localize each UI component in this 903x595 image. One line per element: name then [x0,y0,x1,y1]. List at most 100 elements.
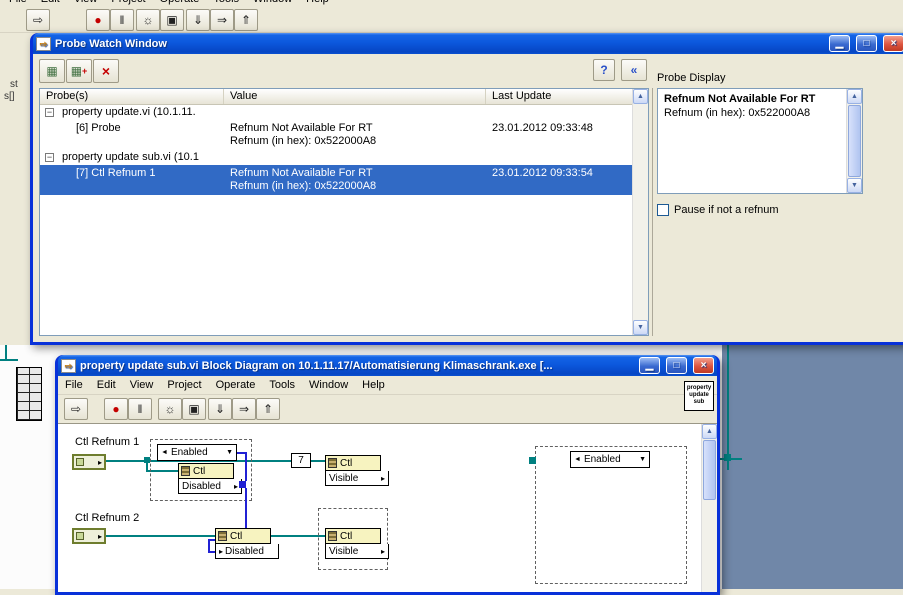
step-over-button[interactable]: ⇒ [232,398,256,420]
refnum-wire[interactable] [106,535,215,537]
help-button[interactable]: ? [593,59,615,81]
menu-help[interactable]: Help [299,0,336,7]
property-item-label: Disabled [225,545,264,557]
property-node-header[interactable]: Ctl [325,455,381,471]
probe-display-scrollbar[interactable]: ▲ ▼ [846,89,862,193]
enum-dropdown-icon[interactable]: ▼ [226,449,233,456]
menu-project[interactable]: Project [160,377,208,393]
collapse-pane-button[interactable]: « [621,59,647,81]
menu-tools[interactable]: Tools [262,377,302,393]
step-into-button[interactable]: ⇓ [186,9,210,31]
enum-constant[interactable]: ◄ Enabled ▼ [570,451,650,468]
tree-group-row[interactable]: − property update sub.vi (10.1 [40,150,648,165]
selection-handle[interactable] [529,457,536,464]
ctl-refnum-1-terminal[interactable]: ▸ [72,454,106,470]
property-item-disabled[interactable]: ▸ Disabled [215,544,279,559]
probe-indicator[interactable]: 7 [291,453,311,468]
tree-group-row[interactable]: − property update.vi (10.1.11. [40,105,648,120]
step-out-button[interactable]: ⇑ [234,9,258,31]
probe-list-scrollbar[interactable]: ▲ ▼ [632,89,648,335]
close-button[interactable]: × [693,357,714,374]
menu-tools[interactable]: Tools [206,0,246,7]
probe-watch-titlebar[interactable]: ⇨ Probe Watch Window ▁ □ × [33,33,903,54]
enum-decrement-icon[interactable]: ◄ [574,456,581,463]
ctl-refnum-2-terminal[interactable]: ▸ [72,528,106,544]
menu-operate[interactable]: Operate [153,0,207,7]
refnum-wire[interactable] [311,460,325,462]
column-header-last-update[interactable]: Last Update [486,89,634,104]
diagram-canvas[interactable]: Ctl Refnum 1 ▸ ◄ Enabled ▼ Ctl Disabled [58,423,717,592]
probe-row[interactable]: [6] Probe Refnum Not Available For RT Re… [40,120,648,150]
scroll-down-button[interactable]: ▼ [847,178,862,193]
maximize-button[interactable]: □ [856,35,877,52]
property-node-header[interactable]: Ctl [215,528,271,544]
tree-collapse-icon[interactable]: − [45,153,54,162]
probe-value-line1: Refnum Not Available For RT [230,122,373,134]
menu-operate[interactable]: Operate [209,377,263,393]
menu-help[interactable]: Help [355,377,392,393]
menu-project[interactable]: Project [104,0,152,7]
scroll-thumb[interactable] [848,105,861,177]
scroll-up-button[interactable]: ▲ [702,424,717,439]
menu-file[interactable]: File [2,0,34,7]
scroll-up-button[interactable]: ▲ [633,89,648,104]
menu-view[interactable]: View [67,0,105,7]
selection-handle[interactable] [724,454,731,461]
scroll-down-button[interactable]: ▼ [633,320,648,335]
menu-edit[interactable]: Edit [34,0,67,7]
menu-view[interactable]: View [123,377,161,393]
menu-window[interactable]: Window [246,0,299,7]
column-header-probes[interactable]: Probe(s) [40,89,224,104]
enum-wire[interactable] [245,452,247,481]
highlight-execution-button[interactable]: ☼ [136,9,160,31]
close-button[interactable]: × [883,35,903,52]
bd-titlebar[interactable]: ⇨ property update sub.vi Block Diagram o… [58,355,717,376]
scroll-thumb[interactable] [703,440,716,500]
pane-divider[interactable] [652,88,653,336]
menu-file[interactable]: File [58,377,90,393]
abort-button[interactable]: ● [104,398,128,420]
probe-display-line2: Refnum (in hex): 0x522000A8 [664,107,811,119]
step-out-button[interactable]: ⇑ [256,398,280,420]
maximize-button[interactable]: □ [666,357,687,374]
enum-dropdown-icon[interactable]: ▼ [639,456,646,463]
step-into-button[interactable]: ⇓ [208,398,232,420]
menu-window[interactable]: Window [302,377,355,393]
scroll-up-button[interactable]: ▲ [847,89,862,104]
control-label[interactable]: Ctl Refnum 2 [75,512,139,524]
retain-wire-values-button[interactable]: ▣ [182,398,206,420]
tree-collapse-icon[interactable]: − [45,108,54,117]
abort-button[interactable]: ● [86,9,110,31]
background-text-fragment: st [10,79,18,90]
minimize-button[interactable]: ▁ [639,357,660,374]
property-item-label: Disabled [182,480,221,492]
control-label[interactable]: Ctl Refnum 1 [75,436,139,448]
enum-constant[interactable]: ◄ Enabled ▼ [157,444,237,461]
highlight-execution-button[interactable]: ☼ [158,398,182,420]
pause-checkbox[interactable] [657,204,669,216]
minimize-button[interactable]: ▁ [829,35,850,52]
pause-button[interactable]: ‖ [128,398,152,420]
property-item-disabled[interactable]: Disabled ▸ [178,479,242,494]
delete-probe-button[interactable]: × [93,59,119,83]
property-item-visible[interactable]: Visible ▸ [325,471,389,486]
collapse-pane-icon: « [630,63,638,77]
column-header-value[interactable]: Value [224,89,486,104]
add-probe-button[interactable]: ▦ + [66,59,92,83]
diagram-scrollbar[interactable]: ▲ [701,424,717,592]
refnum-wire[interactable] [271,535,325,537]
property-node-header[interactable]: Ctl [178,463,234,479]
run-button[interactable]: ⇨ [26,9,50,31]
pause-button[interactable]: ‖ [110,9,134,31]
step-over-button[interactable]: ⇒ [210,9,234,31]
vi-icon[interactable]: property update sub [684,381,714,411]
new-probe-button[interactable]: ▦ [39,59,65,83]
run-button[interactable]: ⇨ [64,398,88,420]
probe-row-selected[interactable]: [7] Ctl Refnum 1 Refnum Not Available Fo… [40,165,634,195]
retain-wire-values-icon: ▣ [166,13,178,27]
menu-edit[interactable]: Edit [90,377,123,393]
retain-wire-values-button[interactable]: ▣ [160,9,184,31]
property-node-header[interactable]: Ctl [325,528,381,544]
enum-decrement-icon[interactable]: ◄ [161,449,168,456]
property-item-visible[interactable]: Visible ▸ [325,544,389,559]
